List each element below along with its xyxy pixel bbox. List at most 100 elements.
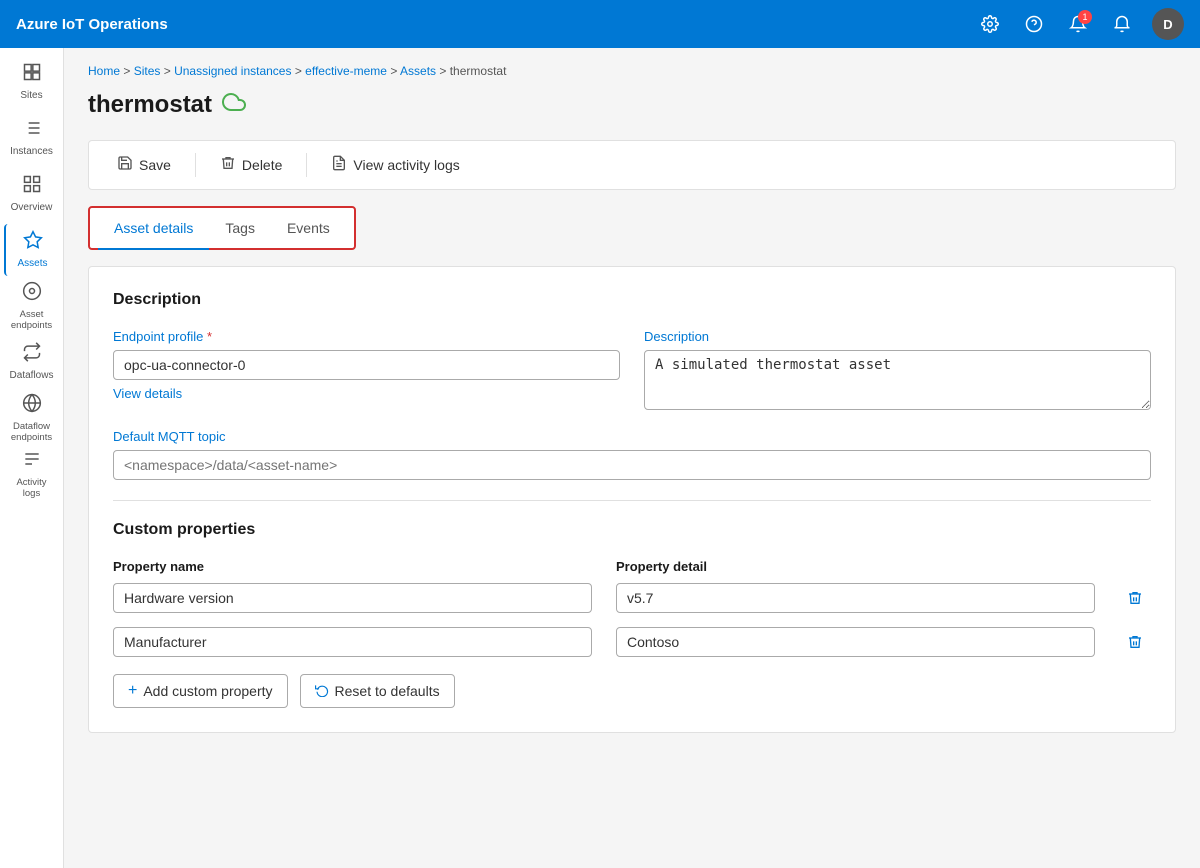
tab-events[interactable]: Events <box>271 208 346 250</box>
save-button[interactable]: Save <box>105 149 183 181</box>
breadcrumb-assets[interactable]: Assets <box>400 64 436 78</box>
reset-to-defaults-button[interactable]: Reset to defaults <box>300 674 455 708</box>
save-label: Save <box>139 157 171 173</box>
delete-icon <box>220 155 236 175</box>
reset-to-defaults-label: Reset to defaults <box>335 683 440 699</box>
tab-asset-details[interactable]: Asset details <box>98 208 209 250</box>
endpoint-profile-input[interactable] <box>113 350 620 380</box>
breadcrumb-sep-3: > <box>295 64 305 78</box>
sidebar-label-overview: Overview <box>11 202 53 214</box>
prop-detail-2[interactable] <box>616 627 1095 657</box>
activity-logs-icon <box>22 449 42 474</box>
form-row-endpoint-description: Endpoint profile * View details Descript… <box>113 329 1151 413</box>
sidebar-item-dataflow-endpoints[interactable]: Dataflow endpoints <box>4 392 60 444</box>
breadcrumb-sep-1: > <box>123 64 133 78</box>
tabs: Asset details Tags Events <box>98 208 346 248</box>
col-detail-header: Property detail <box>616 559 1095 574</box>
notification-icon[interactable]: 1 <box>1064 10 1092 38</box>
breadcrumb-sep-5: > <box>439 64 449 78</box>
sidebar-label-instances: Instances <box>10 146 53 158</box>
sidebar-label-assets: Assets <box>17 258 47 270</box>
delete-prop-2-button[interactable] <box>1119 626 1151 658</box>
sidebar: Sites Instances Overview <box>0 48 64 868</box>
sidebar-item-assets[interactable]: Assets <box>4 224 60 276</box>
add-icon: + <box>128 682 137 700</box>
overview-icon <box>22 174 42 199</box>
view-details-link[interactable]: View details <box>113 386 620 401</box>
toolbar: Save Delete <box>88 140 1176 190</box>
description-textarea[interactable]: A simulated thermostat asset <box>644 350 1151 410</box>
form-row-mqtt: Default MQTT topic <box>113 429 1151 480</box>
custom-properties-title: Custom properties <box>113 521 1151 539</box>
sidebar-label-sites: Sites <box>20 90 42 102</box>
breadcrumb-effective-meme[interactable]: effective-meme <box>305 64 387 78</box>
mqtt-topic-group: Default MQTT topic <box>113 429 1151 480</box>
toolbar-divider-2 <box>306 153 307 177</box>
view-activity-logs-button[interactable]: View activity logs <box>319 149 471 181</box>
tab-tags[interactable]: Tags <box>209 208 271 250</box>
instances-icon <box>22 118 42 143</box>
prop-name-2[interactable] <box>113 627 592 657</box>
main-card: Description Endpoint profile * View deta… <box>88 266 1176 733</box>
tab-asset-details-label: Asset details <box>114 220 193 236</box>
breadcrumb-sites[interactable]: Sites <box>134 64 161 78</box>
breadcrumb-sep-4: > <box>390 64 400 78</box>
description-section: Description Endpoint profile * View deta… <box>113 291 1151 480</box>
add-custom-property-button[interactable]: + Add custom property <box>113 674 288 708</box>
dataflows-icon <box>22 342 42 367</box>
page-title-row: thermostat <box>88 90 1176 120</box>
sidebar-item-activity-logs[interactable]: Activity logs <box>4 448 60 500</box>
breadcrumb-sep-2: > <box>164 64 174 78</box>
cloud-connected-icon <box>222 90 246 120</box>
tabs-container: Asset details Tags Events <box>88 206 356 250</box>
custom-properties-section: Custom properties Property name Property… <box>113 521 1151 708</box>
mqtt-topic-label: Default MQTT topic <box>113 429 1151 444</box>
breadcrumb-unassigned-instances[interactable]: Unassigned instances <box>174 64 291 78</box>
delete-button[interactable]: Delete <box>208 149 294 181</box>
alert-icon[interactable] <box>1108 10 1136 38</box>
tab-events-label: Events <box>287 220 330 236</box>
description-title: Description <box>113 291 1151 309</box>
top-nav: Azure IoT Operations 1 <box>0 0 1200 48</box>
sidebar-item-sites[interactable]: Sites <box>4 56 60 108</box>
breadcrumb-current: thermostat <box>450 64 507 78</box>
sidebar-item-instances[interactable]: Instances <box>4 112 60 164</box>
section-divider <box>113 500 1151 501</box>
nav-icons: 1 D <box>976 8 1184 40</box>
prop-name-1[interactable] <box>113 583 592 613</box>
settings-icon[interactable] <box>976 10 1004 38</box>
main-content: Home > Sites > Unassigned instances > ef… <box>64 48 1200 868</box>
sidebar-item-asset-endpoints[interactable]: Asset endpoints <box>4 280 60 332</box>
help-icon[interactable] <box>1020 10 1048 38</box>
page-title: thermostat <box>88 91 212 119</box>
endpoint-profile-group: Endpoint profile * View details <box>113 329 620 401</box>
reset-icon <box>315 683 329 700</box>
add-custom-property-label: Add custom property <box>143 683 272 699</box>
breadcrumb: Home > Sites > Unassigned instances > ef… <box>88 64 1176 78</box>
activity-log-icon <box>331 155 347 175</box>
sidebar-label-asset-endpoints: Asset endpoints <box>8 309 56 332</box>
main-layout: Sites Instances Overview <box>0 48 1200 868</box>
action-buttons: + Add custom property Reset to defaults <box>113 674 1151 708</box>
prop-header-row: Property name Property detail <box>113 559 1151 574</box>
view-activity-logs-label: View activity logs <box>353 157 459 173</box>
mqtt-topic-input[interactable] <box>113 450 1151 480</box>
prop-detail-1[interactable] <box>616 583 1095 613</box>
prop-row-2 <box>113 626 1151 658</box>
toolbar-divider-1 <box>195 153 196 177</box>
delete-prop-1-button[interactable] <box>1119 582 1151 614</box>
sidebar-item-dataflows[interactable]: Dataflows <box>4 336 60 388</box>
breadcrumb-home[interactable]: Home <box>88 64 120 78</box>
dataflow-endpoints-icon <box>22 393 42 418</box>
sidebar-label-activity-logs: Activity logs <box>8 477 56 500</box>
sidebar-label-dataflows: Dataflows <box>10 370 54 382</box>
sidebar-item-overview[interactable]: Overview <box>4 168 60 220</box>
col-name-header: Property name <box>113 559 592 574</box>
assets-icon <box>23 230 43 255</box>
description-field-label: Description <box>644 329 1151 344</box>
prop-row-1 <box>113 582 1151 614</box>
avatar[interactable]: D <box>1152 8 1184 40</box>
description-group: Description A simulated thermostat asset <box>644 329 1151 413</box>
save-icon <box>117 155 133 175</box>
sidebar-label-dataflow-endpoints: Dataflow endpoints <box>8 421 56 444</box>
